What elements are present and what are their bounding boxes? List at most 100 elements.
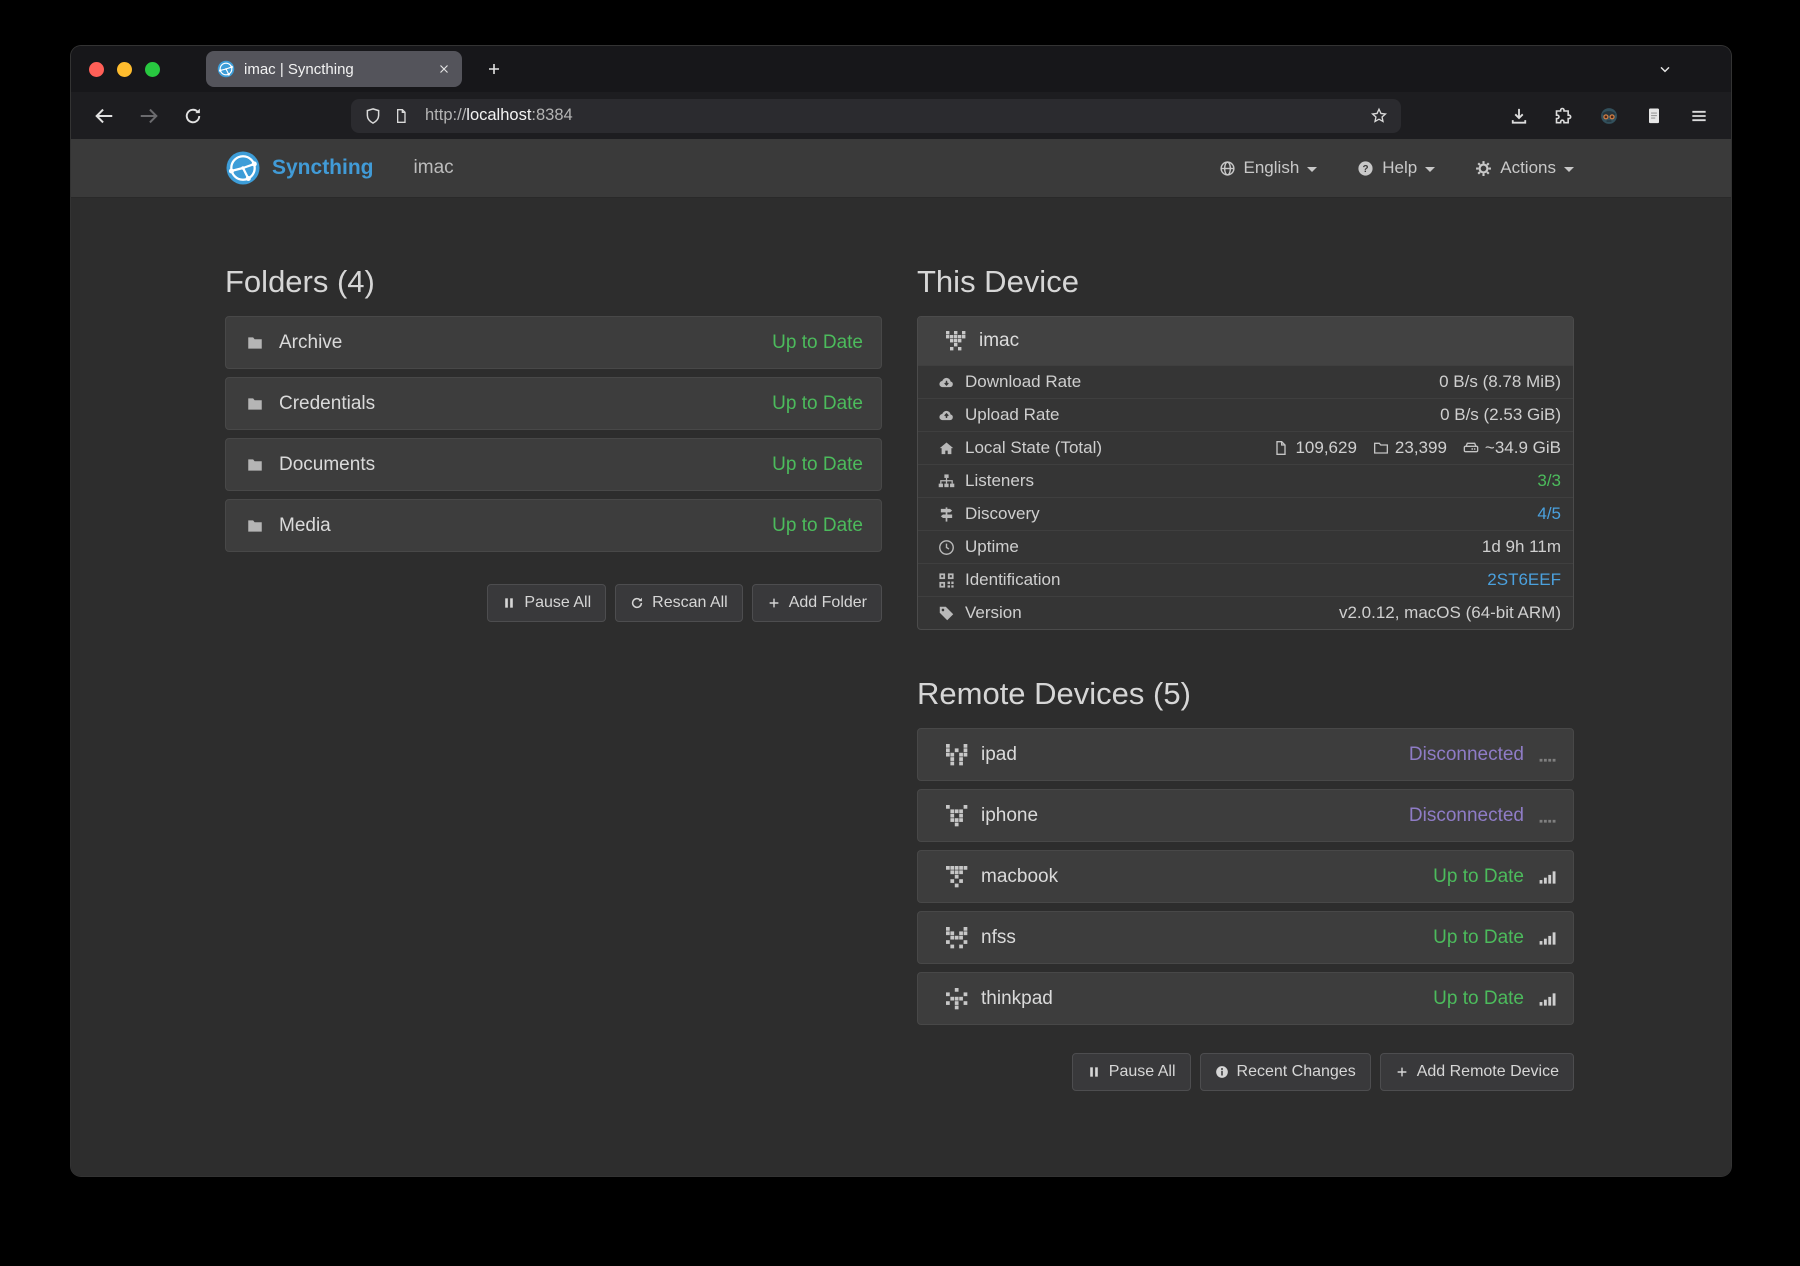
- forward-button[interactable]: [138, 105, 160, 127]
- devices-column: This Device imac Download Rate 0 B/s (8.…: [917, 198, 1574, 1091]
- back-button[interactable]: [93, 105, 115, 127]
- identification-link[interactable]: 2ST6EEF: [1487, 570, 1561, 590]
- device-row[interactable]: macbook Up to Date: [917, 850, 1574, 903]
- this-device-title: This Device: [917, 264, 1574, 300]
- folder-row[interactable]: Documents Up to Date: [225, 438, 882, 491]
- signal-bars-icon: [1538, 867, 1557, 886]
- local-state-row: Local State (Total) 109,629 23,399: [918, 431, 1573, 464]
- hdd-icon: [1463, 440, 1479, 456]
- device-status: Up to Date: [1433, 866, 1524, 888]
- page-info-icon[interactable]: [393, 108, 409, 124]
- syncthing-brand[interactable]: Syncthing: [225, 150, 374, 186]
- bookmark-star-icon[interactable]: [1370, 107, 1388, 125]
- local-state-files: 109,629: [1273, 438, 1356, 458]
- local-state-label: Local State (Total): [965, 438, 1102, 458]
- version-value: v2.0.12, macOS (64-bit ARM): [1339, 603, 1561, 623]
- listeners-label: Listeners: [965, 471, 1034, 491]
- syncthing-page: Syncthing imac English Help Actions: [71, 139, 1731, 1176]
- device-row[interactable]: iphone Disconnected: [917, 789, 1574, 842]
- navbar-device-name: imac: [414, 157, 454, 179]
- plus-icon: [1395, 1065, 1409, 1079]
- folders-title: Folders (4): [225, 264, 882, 300]
- uptime-row: Uptime 1d 9h 11m: [918, 530, 1573, 563]
- folder-row[interactable]: Credentials Up to Date: [225, 377, 882, 430]
- brand-name: Syncthing: [272, 156, 374, 180]
- browser-tab[interactable]: imac | Syncthing: [206, 51, 462, 87]
- reader-doc-icon[interactable]: [1644, 106, 1664, 126]
- device-identicon: [946, 927, 968, 949]
- listeners-row: Listeners 3/3: [918, 464, 1573, 497]
- plus-icon: [767, 596, 781, 610]
- language-menu-label: English: [1244, 158, 1300, 178]
- actions-menu[interactable]: Actions: [1475, 158, 1574, 178]
- pause-all-folders-button[interactable]: Pause All: [487, 584, 606, 622]
- folder-icon: [246, 334, 264, 352]
- cloud-upload-icon: [938, 407, 955, 424]
- identification-label: Identification: [965, 570, 1060, 590]
- folder-row[interactable]: Archive Up to Date: [225, 316, 882, 369]
- folder-name: Media: [279, 515, 331, 537]
- folder-status: Up to Date: [772, 454, 863, 476]
- device-name: thinkpad: [981, 988, 1053, 1010]
- home-icon: [938, 440, 955, 457]
- pause-icon: [1087, 1065, 1101, 1079]
- add-remote-device-button[interactable]: Add Remote Device: [1380, 1053, 1574, 1091]
- add-folder-button[interactable]: Add Folder: [752, 584, 882, 622]
- help-menu[interactable]: Help: [1357, 158, 1435, 178]
- extension-badger-icon[interactable]: [1599, 106, 1619, 126]
- url-bar[interactable]: http://localhost:8384: [351, 99, 1401, 133]
- shield-icon[interactable]: [364, 107, 382, 125]
- discovery-value: 4/5: [1537, 504, 1561, 524]
- device-status: Up to Date: [1433, 988, 1524, 1010]
- pause-all-devices-button[interactable]: Pause All: [1072, 1053, 1191, 1091]
- map-signs-icon: [938, 506, 955, 523]
- this-device-header[interactable]: imac: [918, 317, 1573, 365]
- device-row[interactable]: thinkpad Up to Date: [917, 972, 1574, 1025]
- downloads-button[interactable]: [1509, 106, 1529, 126]
- tab-strip: imac | Syncthing: [71, 46, 1731, 92]
- close-icon[interactable]: [437, 62, 451, 76]
- zoom-window-button[interactable]: [145, 62, 160, 77]
- folders-column: Folders (4) Archive Up to Date Credentia…: [225, 198, 882, 1091]
- add-folder-label: Add Folder: [789, 594, 867, 612]
- folder-outline-icon: [1373, 440, 1389, 456]
- question-circle-icon: [1357, 160, 1374, 177]
- recent-changes-label: Recent Changes: [1237, 1063, 1356, 1081]
- extensions-puzzle-icon[interactable]: [1554, 106, 1574, 126]
- tab-title: imac | Syncthing: [244, 61, 428, 78]
- upload-rate-label: Upload Rate: [965, 405, 1060, 425]
- actions-menu-label: Actions: [1500, 158, 1556, 178]
- folder-row[interactable]: Media Up to Date: [225, 499, 882, 552]
- reload-button[interactable]: [183, 106, 203, 126]
- folder-name: Documents: [279, 454, 375, 476]
- device-status: Disconnected: [1409, 744, 1524, 766]
- list-all-tabs-button[interactable]: [1657, 61, 1673, 77]
- menu-hamburger-icon[interactable]: [1689, 106, 1709, 126]
- gear-icon: [1475, 160, 1492, 177]
- disconnected-dots-icon: [1538, 745, 1557, 764]
- signal-bars-icon: [1538, 928, 1557, 947]
- device-identicon: [946, 805, 968, 827]
- version-row: Version v2.0.12, macOS (64-bit ARM): [918, 596, 1573, 629]
- local-state-directories: 23,399: [1373, 438, 1447, 458]
- rescan-all-button[interactable]: Rescan All: [615, 584, 743, 622]
- info-circle-icon: [1215, 1065, 1229, 1079]
- folder-icon: [246, 395, 264, 413]
- device-name: macbook: [981, 866, 1058, 888]
- identification-row: Identification 2ST6EEF: [918, 563, 1573, 596]
- folder-name: Archive: [279, 332, 342, 354]
- device-row[interactable]: nfss Up to Date: [917, 911, 1574, 964]
- minimize-window-button[interactable]: [117, 62, 132, 77]
- rescan-all-label: Rescan All: [652, 594, 728, 612]
- recent-changes-button[interactable]: Recent Changes: [1200, 1053, 1371, 1091]
- add-remote-device-label: Add Remote Device: [1417, 1063, 1559, 1081]
- device-identicon: [946, 866, 968, 888]
- language-menu[interactable]: English: [1219, 158, 1318, 178]
- folder-status: Up to Date: [772, 332, 863, 354]
- globe-icon: [1219, 160, 1236, 177]
- device-name: nfss: [981, 927, 1016, 949]
- new-tab-button[interactable]: [486, 61, 502, 77]
- close-window-button[interactable]: [89, 62, 104, 77]
- device-name: iphone: [981, 805, 1038, 827]
- device-row[interactable]: ipad Disconnected: [917, 728, 1574, 781]
